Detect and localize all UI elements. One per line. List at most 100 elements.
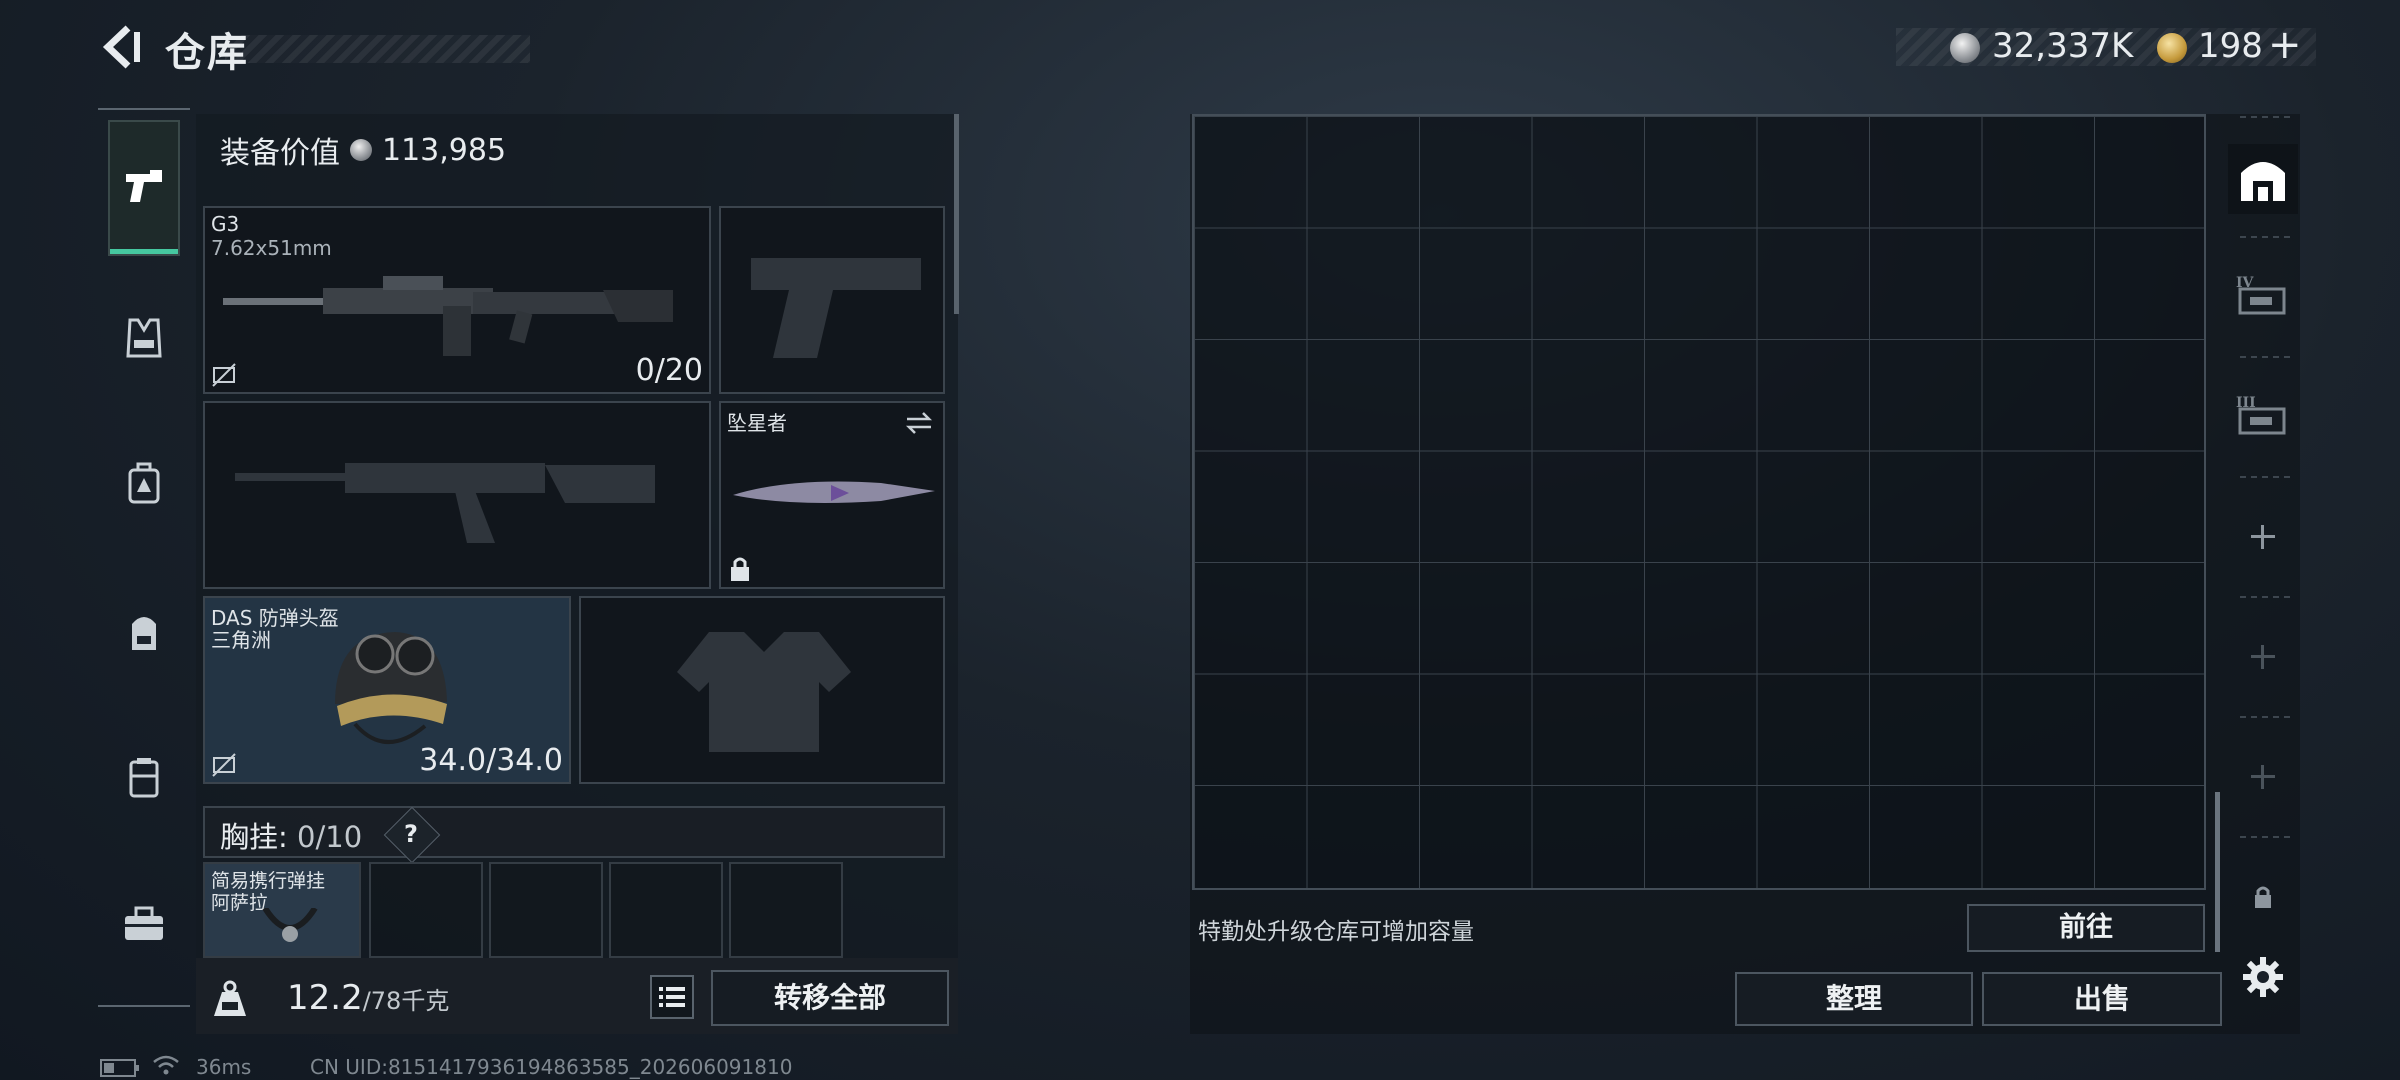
tab-weapons[interactable] bbox=[108, 120, 180, 256]
storage-upgrade-hint: 特勤处升级仓库可增加容量 bbox=[1198, 919, 1474, 945]
rig-item-icon bbox=[262, 908, 318, 942]
ammo-count: 0/20 bbox=[635, 353, 703, 388]
list-view-button[interactable] bbox=[650, 975, 694, 1019]
helmet-icon bbox=[335, 632, 447, 744]
helmet-slot[interactable]: DAS 防弹头盔 三角洲 34.0/34.0 bbox=[203, 596, 571, 784]
transfer-all-button[interactable]: 转移全部 bbox=[711, 970, 949, 1026]
weight-icon[interactable] bbox=[210, 978, 250, 1018]
rig-item-slot[interactable]: 简易携行弹挂 阿萨拉 bbox=[203, 862, 361, 958]
tab-separator bbox=[2240, 476, 2290, 478]
settings-button[interactable] bbox=[2228, 942, 2298, 1012]
arrange-button[interactable]: 整理 bbox=[1735, 972, 1973, 1026]
sidebar-divider-top bbox=[98, 108, 190, 110]
tab-backpack[interactable] bbox=[108, 596, 180, 668]
secondary-weapon-slot[interactable] bbox=[203, 401, 711, 589]
primary-weapon-slot[interactable]: G3 7.62x51mm 0/20 bbox=[203, 206, 711, 394]
chest-rig-label: 胸挂: 0/10 bbox=[220, 814, 362, 856]
rifle-icon bbox=[223, 276, 673, 356]
sidebar-divider-bottom bbox=[98, 1005, 190, 1007]
rifle-placeholder-icon bbox=[235, 463, 655, 543]
weight-current: 12.2 bbox=[287, 978, 363, 1018]
uid-text: CN UID:8151417936194863585_202606091810 bbox=[310, 1055, 793, 1079]
goto-button[interactable]: 前往 bbox=[1967, 904, 2205, 952]
sidearm-slot[interactable] bbox=[719, 206, 945, 394]
rig-pocket-slot[interactable] bbox=[369, 862, 483, 958]
storage-iii-icon: III bbox=[2236, 395, 2286, 435]
vest-icon bbox=[126, 318, 162, 358]
swap-icon[interactable] bbox=[903, 409, 935, 437]
backpack-icon bbox=[132, 617, 156, 650]
warehouse-icon bbox=[2241, 162, 2285, 201]
value-label: 装备价值 bbox=[220, 136, 340, 171]
tab-storage-iii[interactable]: III bbox=[2228, 382, 2298, 452]
gear-icon bbox=[2243, 957, 2283, 997]
tab-separator bbox=[2240, 356, 2290, 358]
storage-grid[interactable] bbox=[1192, 114, 2206, 890]
gold-coin-icon bbox=[2157, 33, 2187, 63]
back-button[interactable] bbox=[96, 22, 146, 72]
list-icon bbox=[659, 987, 685, 1007]
armor-placeholder-icon bbox=[677, 632, 851, 752]
lock-icon bbox=[2255, 886, 2271, 908]
page-title: 仓库 bbox=[165, 30, 249, 76]
weapon-name: G3 bbox=[211, 212, 240, 236]
body-armor-slot[interactable] bbox=[579, 596, 945, 784]
help-icon: ? bbox=[404, 820, 418, 848]
add-currency-button[interactable]: + bbox=[2268, 22, 2302, 68]
chest-rig-separator: : bbox=[278, 820, 288, 854]
chest-rig-capacity: 0/10 bbox=[297, 820, 363, 854]
equipment-value: 装备价值 113,985 bbox=[220, 128, 506, 172]
add-storage-button[interactable] bbox=[2228, 622, 2298, 692]
chevron-left-icon bbox=[102, 25, 140, 69]
helmet-tag: 三角洲 bbox=[211, 628, 271, 652]
container-icon bbox=[129, 758, 159, 798]
equipment-scrollbar[interactable] bbox=[954, 114, 959, 314]
title-decoration bbox=[225, 35, 530, 63]
rig-pocket-slot[interactable] bbox=[729, 862, 843, 958]
tab-chest-rig[interactable] bbox=[108, 448, 180, 520]
ping-text: 36ms bbox=[196, 1055, 252, 1079]
tab-main-storage[interactable] bbox=[2228, 144, 2298, 214]
melee-name: 坠星者 bbox=[727, 411, 787, 435]
no-insure-icon bbox=[212, 363, 236, 387]
pistol-placeholder-icon bbox=[751, 258, 921, 358]
chest-rig-title: 胸挂 bbox=[220, 820, 279, 854]
carry-weight: 12.2/78千克 bbox=[287, 978, 449, 1018]
tab-armor[interactable] bbox=[108, 302, 180, 374]
locked-storage-tab[interactable] bbox=[2228, 862, 2298, 932]
tab-separator bbox=[2240, 596, 2290, 598]
tab-case[interactable] bbox=[108, 742, 180, 814]
sell-button[interactable]: 出售 bbox=[1982, 972, 2222, 1026]
rig-icon bbox=[128, 462, 160, 504]
silver-coin-icon bbox=[350, 139, 372, 161]
blade-icon bbox=[733, 481, 935, 503]
rig-pocket-slot[interactable] bbox=[489, 862, 603, 958]
tab-separator bbox=[2240, 116, 2290, 118]
melee-slot[interactable]: 坠星者 bbox=[719, 401, 945, 589]
pistol-icon bbox=[126, 170, 162, 202]
plus-icon bbox=[2251, 645, 2275, 669]
tab-separator bbox=[2240, 716, 2290, 718]
storage-scrollbar[interactable] bbox=[2215, 792, 2220, 952]
value-amount: 113,985 bbox=[382, 132, 507, 168]
battery-icon bbox=[100, 1059, 139, 1077]
silver-coin-icon bbox=[1950, 33, 1980, 63]
helmet-durability: 34.0/34.0 bbox=[419, 743, 563, 778]
storage-iv-icon: IV bbox=[2236, 275, 2286, 315]
tab-toolbox[interactable] bbox=[108, 888, 180, 960]
tab-separator bbox=[2240, 836, 2290, 838]
gold-balance: 198 bbox=[2198, 26, 2263, 66]
plus-icon bbox=[2251, 765, 2275, 789]
tab-storage-iv[interactable]: IV bbox=[2228, 262, 2298, 332]
toolbox-icon bbox=[125, 906, 163, 940]
no-insure-icon bbox=[212, 753, 236, 777]
weight-max: /78千克 bbox=[362, 987, 450, 1015]
plus-icon bbox=[2251, 525, 2275, 549]
tab-separator bbox=[2240, 236, 2290, 238]
rig-pocket-slot[interactable] bbox=[609, 862, 723, 958]
add-storage-button[interactable] bbox=[2228, 742, 2298, 812]
lock-icon bbox=[731, 557, 749, 581]
wifi-icon bbox=[153, 1055, 179, 1075]
add-storage-button[interactable] bbox=[2228, 502, 2298, 572]
silver-balance: 32,337K bbox=[1992, 26, 2134, 66]
